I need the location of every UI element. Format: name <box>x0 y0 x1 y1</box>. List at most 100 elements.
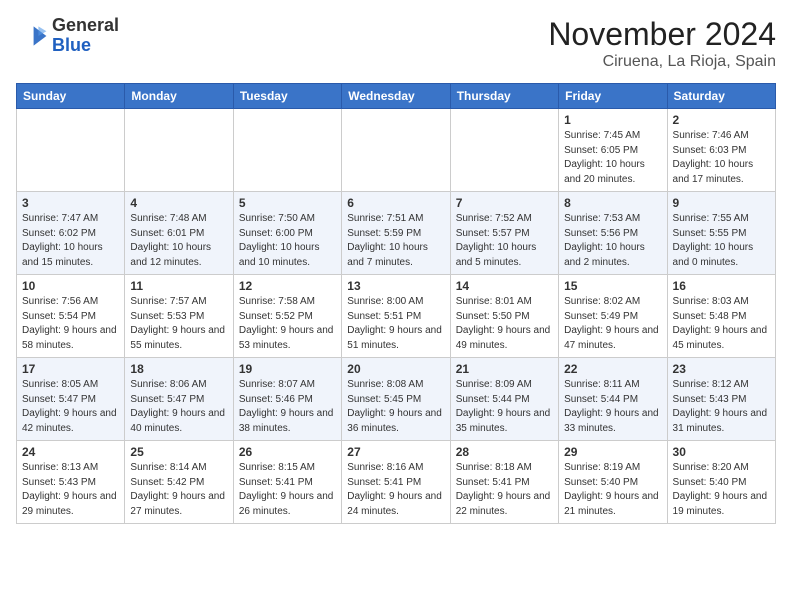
logo-text: General Blue <box>52 16 119 56</box>
day-cell: 12 Sunrise: 7:58 AM Sunset: 5:52 PM Dayli… <box>233 275 341 358</box>
day-number: 19 <box>239 362 336 376</box>
day-number: 22 <box>564 362 661 376</box>
day-cell: 15Sunrise: 8:02 AM Sunset: 5:49 PM Dayli… <box>559 275 667 358</box>
day-number: 7 <box>456 196 553 210</box>
day-cell: 21 Sunrise: 8:09 AM Sunset: 5:44 PM Dayli… <box>450 358 558 441</box>
day-cell: 29 Sunrise: 8:19 AM Sunset: 5:40 PM Dayli… <box>559 441 667 524</box>
day-info: Sunrise: 8:11 AM Sunset: 5:44 PM Dayligh… <box>564 378 661 436</box>
week-row-1: 1 Sunrise: 7:45 AM Sunset: 6:05 PM Daylig… <box>17 109 776 192</box>
day-cell: 14 Sunrise: 8:01 AM Sunset: 5:50 PM Dayli… <box>450 275 558 358</box>
day-cell: 5 Sunrise: 7:50 AM Sunset: 6:00 PM Daylig… <box>233 192 341 275</box>
day-number: 24 <box>22 445 119 459</box>
day-info: Sunrise: 8:07 AM Sunset: 5:46 PM Dayligh… <box>239 378 336 436</box>
week-row-3: 10Sunrise: 7:56 AM Sunset: 5:54 PM Dayli… <box>17 275 776 358</box>
day-info: Sunrise: 7:50 AM Sunset: 6:00 PM Dayligh… <box>239 212 336 270</box>
day-cell <box>450 109 558 192</box>
day-number: 3 <box>22 196 119 210</box>
day-cell: 24 Sunrise: 8:13 AM Sunset: 5:43 PM Dayli… <box>17 441 125 524</box>
day-info: Sunrise: 8:02 AM Sunset: 5:49 PM Dayligh… <box>564 295 661 353</box>
day-cell: 10Sunrise: 7:56 AM Sunset: 5:54 PM Dayli… <box>17 275 125 358</box>
weekday-header-wednesday: Wednesday <box>342 84 450 109</box>
day-info: Sunrise: 8:19 AM Sunset: 5:40 PM Dayligh… <box>564 461 661 519</box>
title-block: November 2024 Ciruena, La Rioja, Spain <box>548 16 776 71</box>
day-cell <box>342 109 450 192</box>
day-number: 23 <box>673 362 770 376</box>
weekday-header-tuesday: Tuesday <box>233 84 341 109</box>
day-info: Sunrise: 7:53 AM Sunset: 5:56 PM Dayligh… <box>564 212 661 270</box>
day-info: Sunrise: 8:06 AM Sunset: 5:47 PM Dayligh… <box>130 378 227 436</box>
day-info: Sunrise: 8:13 AM Sunset: 5:43 PM Dayligh… <box>22 461 119 519</box>
day-number: 29 <box>564 445 661 459</box>
day-cell: 6 Sunrise: 7:51 AM Sunset: 5:59 PM Daylig… <box>342 192 450 275</box>
day-number: 1 <box>564 113 661 127</box>
day-info: Sunrise: 8:16 AM Sunset: 5:41 PM Dayligh… <box>347 461 444 519</box>
day-cell: 20Sunrise: 8:08 AM Sunset: 5:45 PM Dayli… <box>342 358 450 441</box>
day-number: 13 <box>347 279 444 293</box>
day-cell: 23 Sunrise: 8:12 AM Sunset: 5:43 PM Dayli… <box>667 358 775 441</box>
weekday-header-row: SundayMondayTuesdayWednesdayThursdayFrid… <box>17 84 776 109</box>
day-info: Sunrise: 7:52 AM Sunset: 5:57 PM Dayligh… <box>456 212 553 270</box>
day-cell: 25Sunrise: 8:14 AM Sunset: 5:42 PM Dayli… <box>125 441 233 524</box>
day-number: 4 <box>130 196 227 210</box>
day-cell: 9 Sunrise: 7:55 AM Sunset: 5:55 PM Daylig… <box>667 192 775 275</box>
weekday-header-saturday: Saturday <box>667 84 775 109</box>
day-info: Sunrise: 8:03 AM Sunset: 5:48 PM Dayligh… <box>673 295 770 353</box>
day-cell: 3 Sunrise: 7:47 AM Sunset: 6:02 PM Daylig… <box>17 192 125 275</box>
day-cell: 26Sunrise: 8:15 AM Sunset: 5:41 PM Dayli… <box>233 441 341 524</box>
day-cell: 13Sunrise: 8:00 AM Sunset: 5:51 PM Dayli… <box>342 275 450 358</box>
weekday-header-sunday: Sunday <box>17 84 125 109</box>
day-number: 30 <box>673 445 770 459</box>
day-cell: 17 Sunrise: 8:05 AM Sunset: 5:47 PM Dayli… <box>17 358 125 441</box>
day-info: Sunrise: 8:05 AM Sunset: 5:47 PM Dayligh… <box>22 378 119 436</box>
day-cell: 8 Sunrise: 7:53 AM Sunset: 5:56 PM Daylig… <box>559 192 667 275</box>
day-number: 11 <box>130 279 227 293</box>
logo-icon <box>16 20 48 52</box>
day-info: Sunrise: 7:51 AM Sunset: 5:59 PM Dayligh… <box>347 212 444 270</box>
logo-general: General <box>52 16 119 36</box>
day-info: Sunrise: 7:58 AM Sunset: 5:52 PM Dayligh… <box>239 295 336 353</box>
day-number: 9 <box>673 196 770 210</box>
weekday-header-friday: Friday <box>559 84 667 109</box>
day-number: 2 <box>673 113 770 127</box>
day-info: Sunrise: 7:48 AM Sunset: 6:01 PM Dayligh… <box>130 212 227 270</box>
month-title: November 2024 <box>548 16 776 53</box>
day-number: 6 <box>347 196 444 210</box>
day-info: Sunrise: 8:12 AM Sunset: 5:43 PM Dayligh… <box>673 378 770 436</box>
week-row-4: 17 Sunrise: 8:05 AM Sunset: 5:47 PM Dayli… <box>17 358 776 441</box>
day-cell: 2 Sunrise: 7:46 AM Sunset: 6:03 PM Daylig… <box>667 109 775 192</box>
day-cell <box>125 109 233 192</box>
weekday-header-monday: Monday <box>125 84 233 109</box>
day-cell: 18Sunrise: 8:06 AM Sunset: 5:47 PM Dayli… <box>125 358 233 441</box>
day-cell: 1 Sunrise: 7:45 AM Sunset: 6:05 PM Daylig… <box>559 109 667 192</box>
logo: General Blue <box>16 16 119 56</box>
day-info: Sunrise: 7:45 AM Sunset: 6:05 PM Dayligh… <box>564 129 661 187</box>
day-cell: 4 Sunrise: 7:48 AM Sunset: 6:01 PM Daylig… <box>125 192 233 275</box>
day-info: Sunrise: 7:46 AM Sunset: 6:03 PM Dayligh… <box>673 129 770 187</box>
day-info: Sunrise: 7:55 AM Sunset: 5:55 PM Dayligh… <box>673 212 770 270</box>
day-info: Sunrise: 7:47 AM Sunset: 6:02 PM Dayligh… <box>22 212 119 270</box>
header: General Blue November 2024 Ciruena, La R… <box>16 16 776 71</box>
day-number: 8 <box>564 196 661 210</box>
day-info: Sunrise: 8:01 AM Sunset: 5:50 PM Dayligh… <box>456 295 553 353</box>
day-cell: 28 Sunrise: 8:18 AM Sunset: 5:41 PM Dayli… <box>450 441 558 524</box>
day-number: 21 <box>456 362 553 376</box>
day-number: 14 <box>456 279 553 293</box>
day-number: 28 <box>456 445 553 459</box>
day-number: 5 <box>239 196 336 210</box>
day-info: Sunrise: 8:18 AM Sunset: 5:41 PM Dayligh… <box>456 461 553 519</box>
day-info: Sunrise: 8:09 AM Sunset: 5:44 PM Dayligh… <box>456 378 553 436</box>
day-number: 12 <box>239 279 336 293</box>
day-cell: 27 Sunrise: 8:16 AM Sunset: 5:41 PM Dayli… <box>342 441 450 524</box>
weekday-header-thursday: Thursday <box>450 84 558 109</box>
day-cell <box>233 109 341 192</box>
day-number: 27 <box>347 445 444 459</box>
day-info: Sunrise: 8:15 AM Sunset: 5:41 PM Dayligh… <box>239 461 336 519</box>
day-cell: 30 Sunrise: 8:20 AM Sunset: 5:40 PM Dayli… <box>667 441 775 524</box>
day-info: Sunrise: 7:57 AM Sunset: 5:53 PM Dayligh… <box>130 295 227 353</box>
day-cell: 19 Sunrise: 8:07 AM Sunset: 5:46 PM Dayli… <box>233 358 341 441</box>
day-cell: 22 Sunrise: 8:11 AM Sunset: 5:44 PM Dayli… <box>559 358 667 441</box>
day-info: Sunrise: 8:20 AM Sunset: 5:40 PM Dayligh… <box>673 461 770 519</box>
location: Ciruena, La Rioja, Spain <box>548 53 776 71</box>
calendar-table: SundayMondayTuesdayWednesdayThursdayFrid… <box>16 83 776 524</box>
day-number: 17 <box>22 362 119 376</box>
